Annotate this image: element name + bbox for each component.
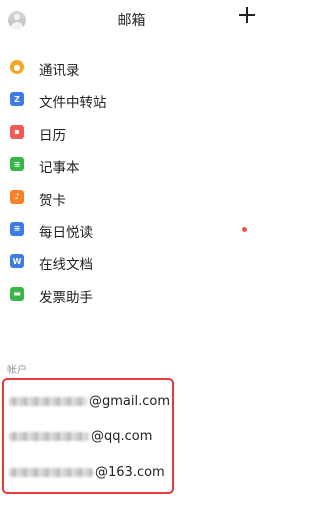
menu-item-file-transfer[interactable]: Z 文件中转站 — [0, 84, 263, 116]
menu-item-greeting-card[interactable]: ♪ 贺卡 — [0, 182, 263, 214]
menu-item-label: 每日悦读 — [39, 224, 93, 241]
page-title: 邮箱 — [117, 13, 146, 29]
top-bar: 邮箱 — [0, 0, 263, 40]
calendar-icon: ▪ — [10, 124, 24, 139]
menu-item-label: 记事本 — [39, 160, 80, 177]
section-header-accounts: 帐户 — [7, 365, 27, 376]
menu-list: ● 通讯录 Z 文件中转站 ▪ 日历 ≡ 记事本 ♪ 贺卡 ≡ 每日悦读 W 在… — [0, 52, 263, 311]
invoice-icon: ▬ — [10, 286, 24, 301]
menu-item-label: 贺卡 — [39, 192, 66, 209]
menu-item-label: 日历 — [39, 127, 66, 144]
file-transfer-icon: Z — [10, 92, 24, 107]
menu-item-contacts[interactable]: ● 通讯录 — [0, 52, 263, 84]
account-domain: @163.com — [95, 465, 165, 480]
daily-reading-icon: ≡ — [10, 221, 24, 236]
account-item-qq[interactable]: @qq.com — [9, 427, 152, 447]
redacted-username — [9, 432, 89, 441]
menu-item-online-docs[interactable]: W 在线文档 — [0, 246, 263, 278]
menu-item-calendar[interactable]: ▪ 日历 — [0, 117, 263, 149]
account-domain: @qq.com — [91, 429, 153, 444]
unread-badge — [242, 226, 247, 232]
account-item-gmail[interactable]: @gmail.com — [9, 392, 170, 412]
menu-item-daily-reading[interactable]: ≡ 每日悦读 — [0, 214, 263, 246]
plus-icon[interactable] — [239, 7, 255, 23]
contacts-icon: ● — [10, 60, 24, 74]
menu-item-label: 通讯录 — [39, 63, 80, 79]
greeting-card-icon: ♪ — [10, 189, 24, 204]
notepad-icon: ≡ — [10, 157, 24, 172]
menu-item-label: 发票助手 — [39, 289, 93, 306]
redacted-username — [9, 468, 93, 477]
online-docs-icon: W — [10, 254, 24, 269]
account-item-163[interactable]: @163.com — [9, 463, 165, 483]
menu-item-invoice[interactable]: ▬ 发票助手 — [0, 279, 263, 311]
account-domain: @gmail.com — [89, 394, 171, 409]
menu-item-label: 文件中转站 — [39, 95, 107, 112]
menu-item-label: 在线文档 — [39, 257, 93, 274]
accounts-list: @gmail.com @qq.com @163.com — [2, 378, 174, 494]
menu-item-notepad[interactable]: ≡ 记事本 — [0, 149, 263, 181]
redacted-username — [9, 397, 87, 406]
